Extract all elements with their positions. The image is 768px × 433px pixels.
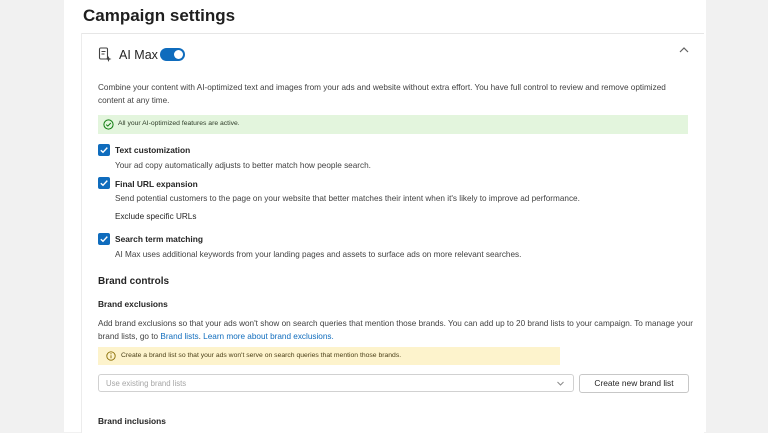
create-brand-list-button[interactable]: Create new brand list — [579, 374, 689, 393]
ai-sparkle-document-icon — [98, 47, 112, 62]
text-customization-label: Text customization — [115, 145, 191, 155]
final-url-expansion-checkbox[interactable] — [98, 177, 110, 189]
brand-list-select-placeholder: Use existing brand lists — [106, 379, 187, 388]
brand-inclusions-title: Brand inclusions — [98, 416, 166, 426]
check-circle-icon — [103, 119, 114, 130]
final-url-expansion-label: Final URL expansion — [115, 179, 198, 189]
brand-exclusions-title: Brand exclusions — [98, 299, 168, 309]
chevron-down-icon — [557, 381, 564, 386]
page-title: Campaign settings — [83, 6, 236, 25]
brand-lists-link[interactable]: Brand lists — [160, 332, 198, 341]
chevron-up-icon[interactable] — [677, 45, 691, 55]
learn-more-link[interactable]: Learn more about brand exclusions. — [203, 332, 334, 341]
ai-max-title: AI Max — [119, 48, 158, 62]
text-customization-description: Your ad copy automatically adjusts to be… — [115, 161, 371, 170]
success-message: All your AI-optimized features are activ… — [118, 120, 240, 127]
ai-max-toggle[interactable] — [160, 48, 185, 61]
exclude-specific-urls-link[interactable]: Exclude specific URLs — [115, 212, 196, 221]
info-circle-icon — [106, 351, 116, 361]
search-term-matching-description: AI Max uses additional keywords from you… — [115, 250, 522, 259]
text-customization-checkbox[interactable] — [98, 144, 110, 156]
brand-controls-title: Brand controls — [98, 276, 170, 287]
final-url-expansion-description: Send potential customers to the page on … — [115, 194, 580, 203]
search-term-matching-label: Search term matching — [115, 234, 203, 244]
checkmark-icon — [100, 147, 108, 154]
warning-message: Create a brand list so that your ads won… — [121, 352, 402, 359]
ai-max-description: Combine your content with AI-optimized t… — [98, 83, 666, 105]
brand-exclusions-description: Add brand exclusions so that your ads wo… — [98, 317, 693, 343]
checkmark-icon — [100, 180, 108, 187]
search-term-matching-checkbox[interactable] — [98, 233, 110, 245]
checkmark-icon — [100, 236, 108, 243]
